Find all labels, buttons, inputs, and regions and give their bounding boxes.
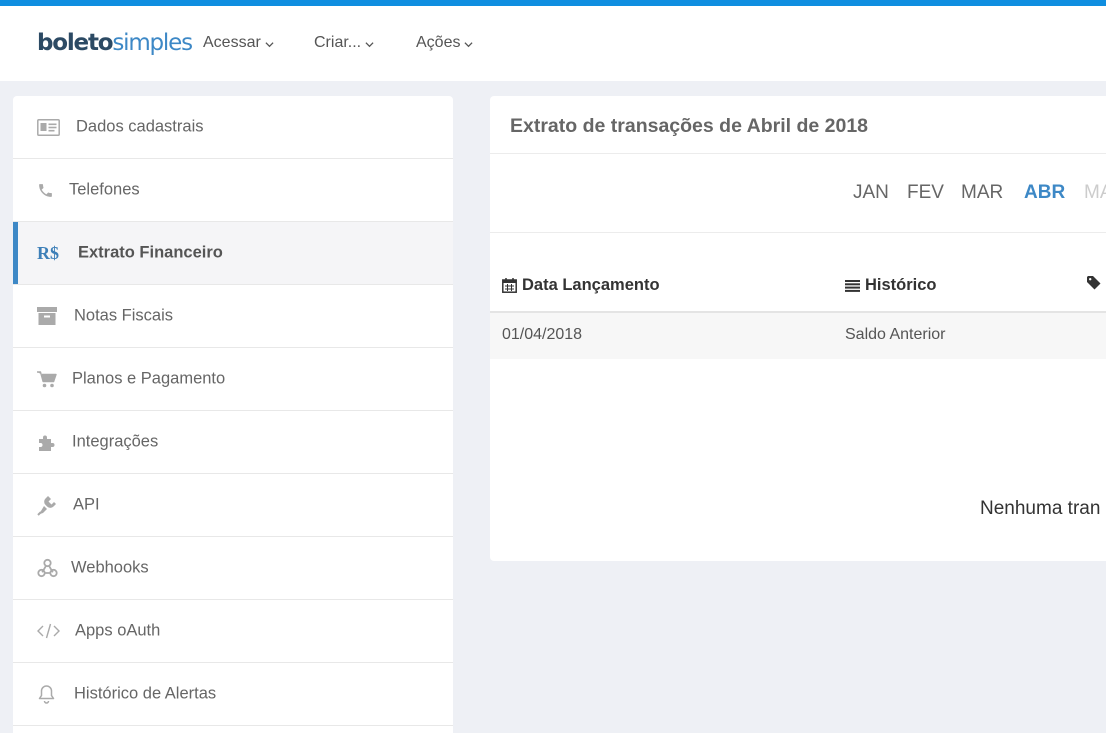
month-tab-jan[interactable]: JAN <box>853 182 889 204</box>
column-header-data-lancamento[interactable]: Data Lançamento <box>502 276 660 295</box>
sidebar-item-webhooks[interactable]: Webhooks <box>13 537 453 600</box>
chevron-down-icon <box>365 41 374 47</box>
phone-icon <box>37 179 61 201</box>
sidebar-item-historico-alertas[interactable]: Histórico de Alertas <box>13 663 453 726</box>
month-tab-abr[interactable]: ABR <box>1024 182 1065 204</box>
top-navbar: boletosimples Acessar Criar... Ações <box>0 6 1106 81</box>
cell-history: Saldo Anterior <box>845 326 946 343</box>
code-icon <box>37 620 61 642</box>
column-header-label: Histórico <box>865 276 937 294</box>
sidebar-item-label: Dados cadastrais <box>76 117 204 136</box>
page-title: Extrato de transações de Abril de 2018 <box>510 115 869 137</box>
sidebar: Dados cadastrais Telefones R$ Extrato Fi… <box>13 96 453 733</box>
tag-icon <box>1087 276 1101 290</box>
column-header-tag[interactable] <box>1087 276 1101 290</box>
sidebar-item-label: Telefones <box>69 180 140 199</box>
month-tab-fev[interactable]: FEV <box>907 182 944 204</box>
sidebar-item-notas-fiscais[interactable]: Notas Fiscais <box>13 285 453 348</box>
table-row[interactable]: 01/04/2018 Saldo Anterior <box>490 313 1106 359</box>
sidebar-item-integracoes[interactable]: Integrações <box>13 411 453 474</box>
nav-menu-label: Ações <box>416 34 461 51</box>
sidebar-item-apps-oauth[interactable]: Apps oAuth <box>13 600 453 663</box>
sidebar-item-planos-pagamento[interactable]: Planos e Pagamento <box>13 348 453 411</box>
sidebar-item-extrato-financeiro[interactable]: R$ Extrato Financeiro <box>13 222 453 285</box>
sidebar-item-label: Notas Fiscais <box>74 306 174 325</box>
sidebar-item-telefones[interactable]: Telefones <box>13 159 453 222</box>
nav-menu-acessar[interactable]: Acessar <box>203 33 274 53</box>
sidebar-item-label: Apps oAuth <box>75 621 161 640</box>
bell-icon <box>37 683 61 705</box>
sidebar-item-dados-cadastrais[interactable]: Dados cadastrais <box>13 96 453 159</box>
divider <box>490 153 1106 154</box>
brand-logo-part1: boleto <box>37 30 114 56</box>
nav-menu-criar[interactable]: Criar... <box>314 33 374 53</box>
puzzle-icon <box>37 431 61 453</box>
brand-logo-part2: simples <box>112 30 193 56</box>
list-icon <box>845 279 860 292</box>
sidebar-item-api[interactable]: API <box>13 474 453 537</box>
rs-currency-icon: R$ <box>37 242 59 263</box>
column-header-historico[interactable]: Histórico <box>845 276 937 295</box>
empty-state-message: Nenhuma tran <box>980 498 1101 519</box>
brand-logo[interactable]: boletosimples <box>37 28 193 58</box>
webhook-icon <box>37 557 61 579</box>
column-header-label: Data Lançamento <box>522 276 660 294</box>
nav-menu-label: Acessar <box>203 34 261 51</box>
chevron-down-icon <box>265 41 274 47</box>
statement-panel: Extrato de transações de Abril de 2018 J… <box>490 96 1106 561</box>
archive-icon <box>37 305 61 327</box>
sidebar-item-label: Extrato Financeiro <box>78 243 223 262</box>
sidebar-item-label: Histórico de Alertas <box>74 684 217 703</box>
sidebar-item-label: Webhooks <box>71 558 149 577</box>
cell-date: 01/04/2018 <box>502 326 583 343</box>
divider <box>490 232 1106 233</box>
month-tab-mar[interactable]: MAR <box>961 182 1003 204</box>
sidebar-item-label: Planos e Pagamento <box>72 369 226 388</box>
nav-menu-label: Criar... <box>314 34 362 51</box>
id-card-icon <box>37 116 61 138</box>
chevron-down-icon <box>464 41 474 47</box>
month-tab-mai[interactable]: MA <box>1084 182 1106 204</box>
nav-menu-acoes[interactable]: Ações <box>416 33 474 53</box>
calendar-icon <box>502 278 517 293</box>
plug-icon <box>37 494 61 516</box>
sidebar-item-label: API <box>73 495 100 514</box>
cart-icon <box>37 368 61 390</box>
sidebar-item-label: Integrações <box>72 432 159 451</box>
